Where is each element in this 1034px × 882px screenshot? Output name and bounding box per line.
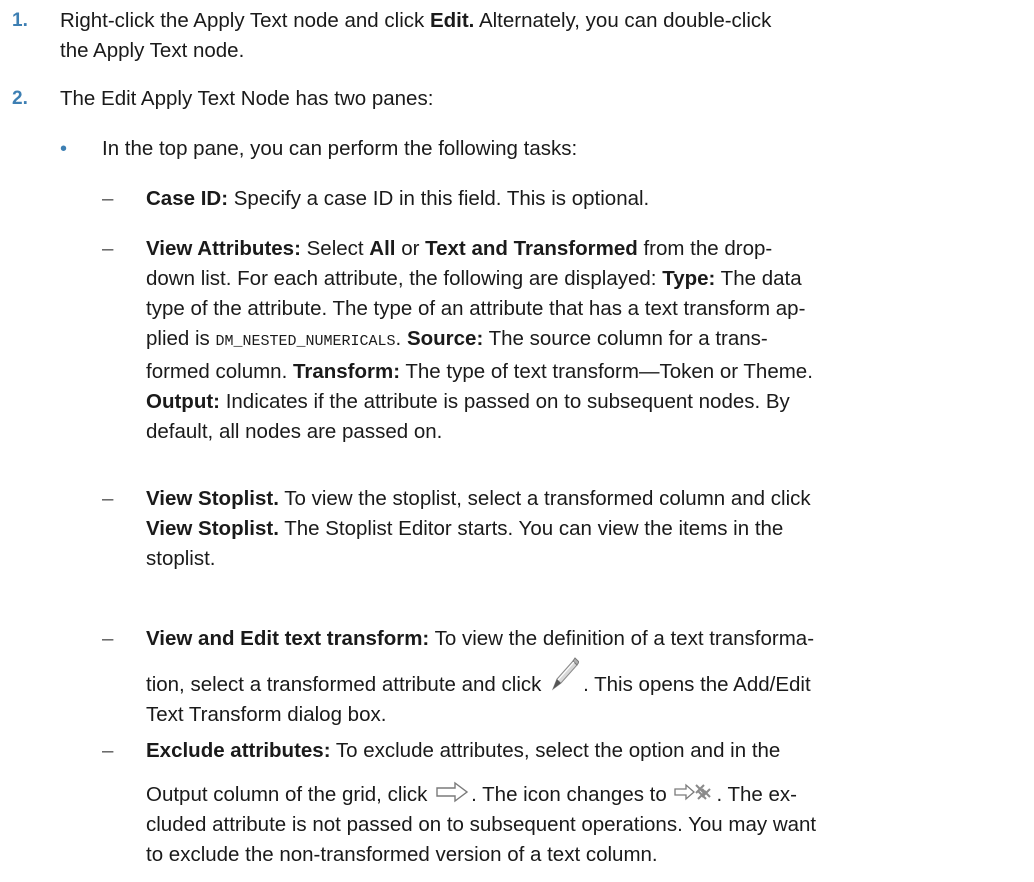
text-run: The Stoplist Editor starts. You can view…	[278, 517, 784, 540]
sub-text: View and Edit text transform: To view th…	[146, 624, 1022, 730]
text-run: The data	[715, 267, 802, 290]
text-run: Indicates if the attribute is passed on …	[220, 390, 790, 413]
arrow-right-icon	[435, 781, 469, 803]
dash-mark: –	[102, 739, 114, 762]
code-run: DM_NESTED_NUMERICALS	[215, 333, 396, 350]
text-run: . The icon changes to	[471, 783, 673, 806]
text-run: stoplist.	[146, 547, 216, 570]
bullet-mark: •	[60, 138, 68, 160]
text-run: type of the attribute. The type of an at…	[146, 297, 806, 320]
text-run: the Apply Text node.	[60, 39, 245, 62]
bold-run: All	[369, 237, 396, 260]
text-run: default, all nodes are passed on.	[146, 420, 443, 443]
bold-run: Output:	[146, 390, 220, 413]
step-number: 1.	[12, 10, 28, 31]
text-run: Specify a case ID in this field. This is…	[228, 187, 650, 210]
text-run: The type of text transform—Token or Them…	[400, 360, 813, 383]
bold-run: Exclude attributes:	[146, 739, 331, 762]
text-run: To exclude attributes, select the option…	[330, 739, 781, 762]
text-run: from the drop-	[637, 237, 773, 260]
sub-item-view-stoplist: – View Stoplist. To view the stoplist, s…	[102, 484, 1022, 574]
step-2: 2. The Edit Apply Text Node has two pane…	[12, 84, 1022, 114]
text-run: . The ex-	[716, 783, 798, 806]
step-text: Right-click the Apply Text node and clic…	[60, 6, 1022, 66]
sub-text: View Stoplist. To view the stoplist, sel…	[146, 484, 1022, 574]
text-run: Output column of the grid, click	[146, 783, 434, 806]
bold-run: Type:	[662, 267, 716, 290]
step-1: 1. Right-click the Apply Text node and c…	[12, 6, 1022, 66]
sub-item-view-attributes: – View Attributes: Select All or Text an…	[102, 234, 1022, 447]
bullet-text: In the top pane, you can perform the fol…	[102, 137, 578, 160]
text-run: To view the stoplist, select a transform…	[278, 487, 811, 510]
bullet-item: • In the top pane, you can perform the f…	[60, 134, 1020, 164]
text-run: . This opens the Add/Edit	[583, 673, 811, 696]
bold-run: View Stoplist.	[146, 517, 279, 540]
dash-mark: –	[102, 237, 114, 260]
text-run: plied is	[146, 327, 216, 350]
bold-run: View Attributes:	[146, 237, 301, 260]
bold-run: View and Edit text transform:	[146, 627, 430, 650]
bold-run: Edit.	[429, 9, 475, 32]
text-run: Select	[300, 237, 370, 260]
sub-item-exclude-attributes: – Exclude attributes: To exclude attribu…	[102, 736, 1022, 870]
sub-text: Exclude attributes: To exclude attribute…	[146, 736, 1022, 870]
dash-mark: –	[102, 187, 114, 210]
sub-item-case-id: – Case ID: Specify a case ID in this fie…	[102, 184, 1022, 214]
text-run: The source column for a trans-	[483, 327, 768, 350]
text-run: down list. For each attribute, the follo…	[146, 267, 663, 290]
dash-mark: –	[102, 487, 114, 510]
text-run: To view the definition of a text transfo…	[429, 627, 815, 650]
pencil-icon	[549, 655, 580, 695]
text-run: cluded attribute is not passed on to sub…	[146, 813, 817, 836]
text-run: tion, select a transformed attribute and…	[146, 673, 548, 696]
text-run: to exclude the non-transformed version o…	[146, 843, 658, 866]
sub-text: Case ID: Specify a case ID in this field…	[146, 184, 1022, 214]
step-text: The Edit Apply Text Node has two panes:	[60, 87, 434, 110]
text-run: Text Transform dialog box.	[146, 703, 387, 726]
text-run: Right-click the Apply Text node and clic…	[60, 9, 430, 32]
bold-run: Source:	[406, 327, 484, 350]
bold-run: Case ID:	[146, 187, 229, 210]
sub-text: View Attributes: Select All or Text and …	[146, 234, 1022, 447]
sub-item-view-edit-transform: – View and Edit text transform: To view …	[102, 624, 1022, 730]
step-number: 2.	[12, 88, 28, 109]
bold-run: Text and Transformed	[425, 237, 638, 260]
bold-run: View Stoplist.	[146, 487, 279, 510]
document-page: 1. Right-click the Apply Text node and c…	[0, 0, 1034, 882]
text-run: Alternately, you can double-click	[474, 9, 772, 32]
text-run: .	[395, 327, 407, 350]
text-run: formed column.	[146, 360, 293, 383]
text-run: or	[395, 237, 426, 260]
excluded-arrow-icon	[674, 781, 714, 803]
dash-mark: –	[102, 627, 114, 650]
bold-run: Transform:	[292, 360, 401, 383]
